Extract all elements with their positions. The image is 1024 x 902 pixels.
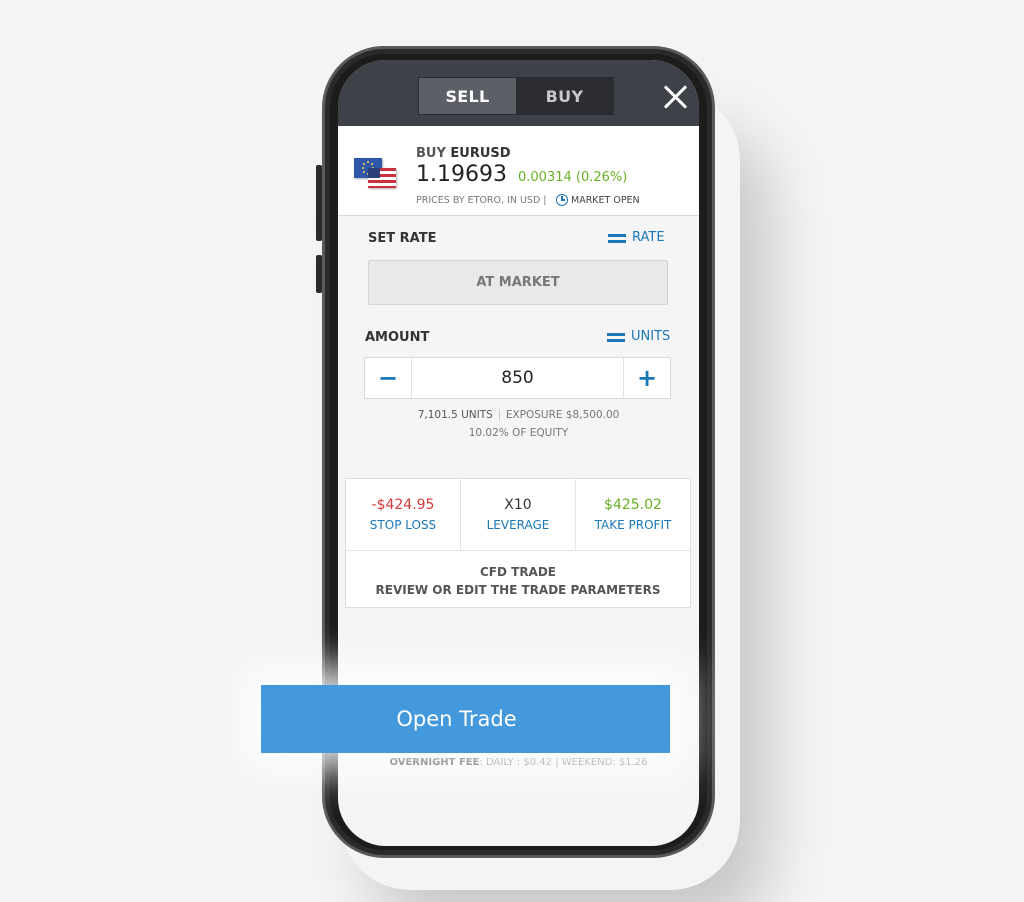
instrument-title: BUY EURUSD xyxy=(416,146,511,161)
divider xyxy=(498,409,500,421)
leverage-value: X10 xyxy=(504,497,532,513)
trade-parameters: -$424.95 STOP LOSS X10 LEVERAGE $425.02 … xyxy=(345,478,691,608)
amount-label: AMOUNT xyxy=(365,330,430,345)
leverage-cell[interactable]: X10 LEVERAGE xyxy=(461,479,576,550)
amount-stepper: − 850 + xyxy=(364,357,671,399)
overnight-fee-label: OVERNIGHT FEE xyxy=(389,757,480,768)
cfd-title: CFD TRADE xyxy=(479,565,556,579)
rate-switch[interactable]: RATE xyxy=(608,230,665,245)
us-flag-icon xyxy=(368,168,396,188)
market-status: MARKET OPEN xyxy=(556,194,640,206)
price-source-text: PRICES BY ETORO, IN USD xyxy=(416,195,541,206)
exposure-value: EXPOSURE $8,500.00 xyxy=(505,409,620,421)
phone-side-button xyxy=(316,255,322,293)
decrease-button[interactable]: − xyxy=(365,358,411,398)
price-source-separator: | xyxy=(543,195,547,206)
rate-switch-label: RATE xyxy=(632,230,665,245)
price-change-value: 0.00314 xyxy=(518,170,572,185)
equity-percent: 10.02% OF EQUITY xyxy=(468,427,569,439)
instrument-price: 1.19693 xyxy=(416,162,507,187)
stop-loss-label: STOP LOSS xyxy=(369,518,437,532)
swap-icon xyxy=(608,232,626,244)
swap-icon xyxy=(607,331,625,343)
set-rate-label: SET RATE xyxy=(368,231,437,246)
currency-pair-flags xyxy=(354,158,398,192)
amount-input[interactable]: 850 xyxy=(411,358,624,398)
units-switch[interactable]: UNITS xyxy=(607,329,670,344)
price-source: PRICES BY ETORO, IN USD | xyxy=(416,195,547,206)
buy-tab[interactable]: BUY xyxy=(516,78,613,114)
cfd-subtitle: REVIEW OR EDIT THE TRADE PARAMETERS xyxy=(375,583,661,597)
leverage-label: LEVERAGE xyxy=(486,518,550,532)
cfd-trade-info[interactable]: CFD TRADE REVIEW OR EDIT THE TRADE PARAM… xyxy=(346,551,690,599)
overnight-fee: OVERNIGHT FEE: DAILY : $0.42 | WEEKEND: … xyxy=(338,757,699,768)
units-switch-label: UNITS xyxy=(631,329,671,344)
open-trade-button[interactable]: Open Trade xyxy=(261,685,670,753)
close-icon[interactable] xyxy=(662,84,688,110)
increase-button[interactable]: + xyxy=(624,358,670,398)
parameter-cells: -$424.95 STOP LOSS X10 LEVERAGE $425.02 … xyxy=(346,479,690,551)
clock-icon xyxy=(556,194,568,206)
sell-tab[interactable]: SELL xyxy=(419,78,516,114)
trade-direction: BUY xyxy=(416,146,446,161)
price-change-percent: (0.26%) xyxy=(575,170,628,185)
take-profit-label: TAKE PROFIT xyxy=(594,518,672,532)
take-profit-cell[interactable]: $425.02 TAKE PROFIT xyxy=(576,479,690,550)
trade-header: SELL BUY xyxy=(338,60,699,126)
rate-field[interactable]: AT MARKET xyxy=(368,260,668,305)
take-profit-value: $425.02 xyxy=(604,497,662,513)
stop-loss-cell[interactable]: -$424.95 STOP LOSS xyxy=(346,479,461,550)
stop-loss-value: -$424.95 xyxy=(371,497,435,513)
instrument-info: BUY EURUSD 1.19693 0.00314 (0.26%) PRICE… xyxy=(338,126,699,216)
units-info: 7,101.5 UNITS EXPOSURE $8,500.00 xyxy=(338,409,699,421)
overnight-fee-details: : DAILY : $0.42 | WEEKEND: $1.26 xyxy=(479,757,648,768)
phone-side-button xyxy=(316,165,322,241)
sell-buy-toggle: SELL BUY xyxy=(418,77,614,115)
units-count: 7,101.5 UNITS xyxy=(417,409,493,421)
price-change: 0.00314 (0.26%) xyxy=(518,170,627,185)
instrument-symbol: EURUSD xyxy=(450,146,511,161)
market-status-text: MARKET OPEN xyxy=(571,194,640,206)
